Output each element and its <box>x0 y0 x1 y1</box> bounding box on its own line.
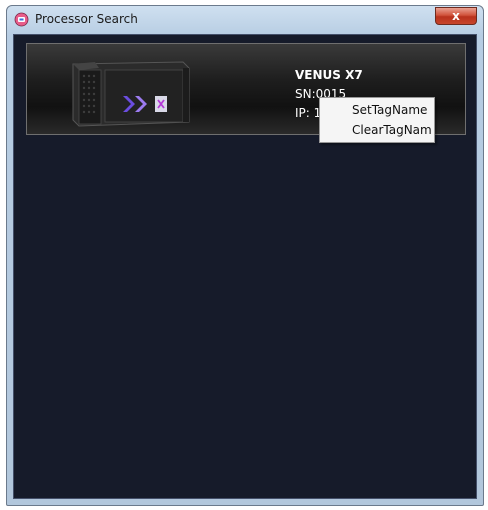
title-bar[interactable]: Processor Search x <box>7 6 483 34</box>
close-button[interactable]: x <box>435 7 477 25</box>
device-name: VENUS X7 <box>295 68 363 82</box>
app-icon <box>14 12 29 27</box>
context-menu: SetTagName ClearTagNam <box>319 97 435 143</box>
menu-item-clear-tag-name[interactable]: ClearTagNam <box>320 120 434 140</box>
processor-search-window: Processor Search x VENUS X7 SN:0015 IP: … <box>6 5 484 506</box>
menu-item-set-tag-name[interactable]: SetTagName <box>320 100 434 120</box>
processor-device-icon <box>72 61 190 127</box>
window-title: Processor Search <box>35 12 138 26</box>
